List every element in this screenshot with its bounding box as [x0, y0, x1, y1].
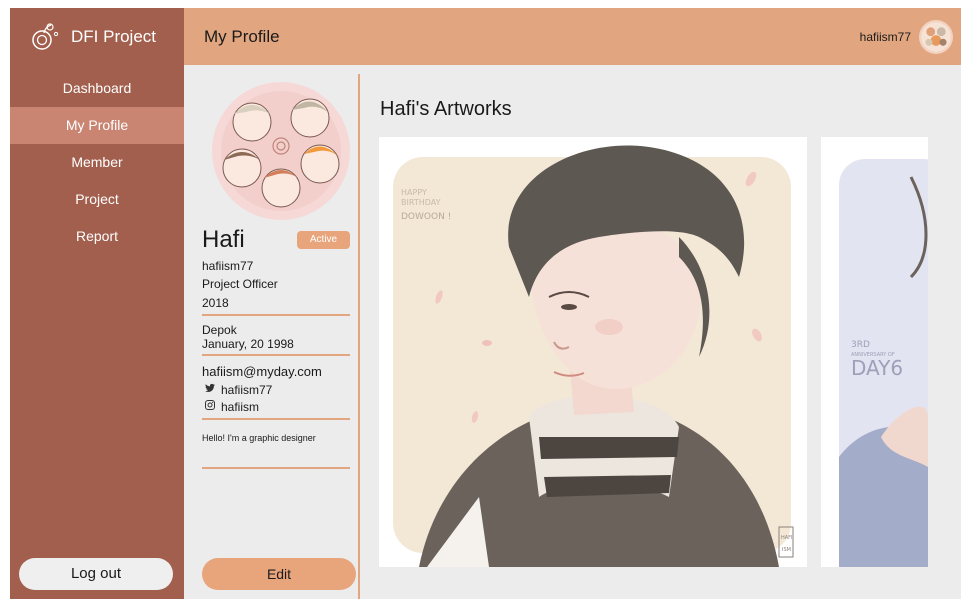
- sidebar-nav: Dashboard My Profile Member Project Repo…: [10, 70, 184, 255]
- sidebar-item-my-profile[interactable]: My Profile: [10, 107, 184, 144]
- artwork-card[interactable]: HAPPY BIRTHDAY DOWOON ! HAFI ISM: [379, 137, 807, 567]
- sidebar: DFI Project Dashboard My Profile Member …: [10, 8, 184, 599]
- profile-divider: [202, 314, 350, 316]
- sidebar-item-member[interactable]: Member: [10, 144, 184, 181]
- artwork-caption-line: DOWOON !: [401, 212, 451, 222]
- artwork-card[interactable]: 3RD ANNIVERSARY OF DAY6: [821, 137, 928, 567]
- profile-birthdate: January, 20 1998: [202, 337, 294, 351]
- profile-email[interactable]: hafiism@myday.com: [202, 364, 322, 379]
- app-frame: DFI Project Dashboard My Profile Member …: [10, 8, 961, 599]
- header-avatar[interactable]: [919, 20, 953, 54]
- twitter-icon: [204, 382, 216, 397]
- profile-bio: Hello! I'm a graphic designer: [202, 433, 316, 443]
- profile-avatar: [212, 82, 350, 220]
- panel-divider: [358, 74, 360, 599]
- artworks-title: Hafi's Artworks: [380, 98, 512, 120]
- profile-username: hafiism77: [202, 259, 254, 273]
- instagram-icon: [204, 399, 216, 414]
- edit-button[interactable]: Edit: [202, 558, 356, 590]
- sidebar-item-project[interactable]: Project: [10, 181, 184, 218]
- sidebar-item-report[interactable]: Report: [10, 218, 184, 255]
- profile-role: Project Officer: [202, 277, 278, 291]
- twitter-handle: hafiism77: [221, 382, 273, 397]
- artwork-caption-line: 3RD: [851, 340, 870, 350]
- artwork-signature: ISM: [782, 547, 791, 553]
- artwork-signature: HAFI: [781, 535, 793, 541]
- header-username[interactable]: hafiism77: [860, 30, 911, 44]
- profile-name: Hafi: [202, 226, 245, 253]
- instagram-handle: hafiism: [221, 399, 260, 414]
- logout-button[interactable]: Log out: [19, 558, 173, 590]
- profile-city: Depok: [202, 323, 237, 337]
- profile-instagram[interactable]: hafiism: [204, 399, 259, 414]
- sidebar-item-dashboard[interactable]: Dashboard: [10, 70, 184, 107]
- artwork-illustration: 3RD ANNIVERSARY OF DAY6: [821, 137, 928, 567]
- artwork-caption-line: BIRTHDAY: [401, 198, 441, 207]
- topbar: My Profile hafiism77: [184, 8, 961, 65]
- profile-divider: [202, 467, 350, 469]
- status-badge: Active: [297, 231, 350, 249]
- flower-sprout-icon: [30, 22, 60, 52]
- profile-divider: [202, 418, 350, 420]
- brand[interactable]: DFI Project: [10, 8, 184, 66]
- artwork-illustration: HAPPY BIRTHDAY DOWOON ! HAFI ISM: [379, 137, 807, 567]
- profile-twitter[interactable]: hafiism77: [204, 382, 272, 397]
- profile-panel: Hafi Active hafiism77 Project Officer 20…: [202, 74, 360, 599]
- artwork-caption-line: DAY6: [851, 356, 903, 380]
- profile-divider: [202, 354, 350, 356]
- brand-name: DFI Project: [71, 27, 157, 46]
- page-title: My Profile: [204, 27, 280, 46]
- profile-year: 2018: [202, 296, 229, 310]
- artwork-caption-line: HAPPY: [401, 188, 427, 197]
